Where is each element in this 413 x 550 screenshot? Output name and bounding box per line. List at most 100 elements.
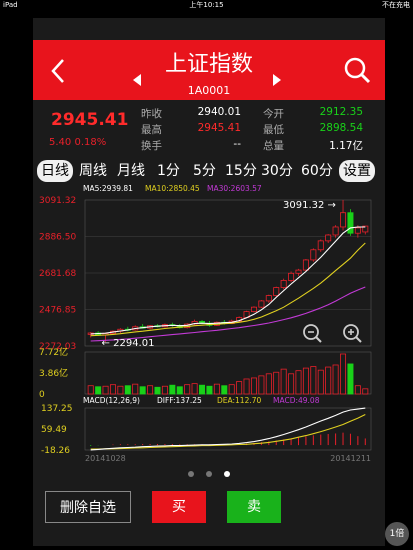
volume-bar bbox=[154, 386, 161, 395]
tab-6[interactable]: 30分 bbox=[261, 160, 293, 182]
settings-button[interactable]: 设置 bbox=[339, 160, 375, 182]
volume-bar bbox=[132, 383, 139, 395]
price-tick-label: 3091.32 bbox=[39, 196, 76, 206]
volume-bar bbox=[184, 384, 191, 395]
volume-bar bbox=[280, 368, 287, 395]
change-percent: 0.18% bbox=[74, 137, 107, 148]
volume-bar bbox=[199, 384, 206, 395]
volume-bar bbox=[236, 381, 243, 395]
price-tick-label: 2681.68 bbox=[39, 269, 76, 279]
volume-bar bbox=[161, 385, 168, 395]
next-stock-arrow[interactable] bbox=[273, 74, 281, 86]
candle-body bbox=[280, 280, 287, 288]
candle-body bbox=[273, 287, 280, 296]
tab-3[interactable]: 1分 bbox=[157, 160, 180, 182]
tab-5[interactable]: 15分 bbox=[225, 160, 257, 182]
volume-bar bbox=[295, 370, 302, 395]
ma-label: MA5:2939.81 bbox=[83, 184, 133, 193]
quote-label: 昨收 bbox=[141, 108, 162, 120]
volume-bar bbox=[169, 384, 176, 395]
candle-body bbox=[250, 306, 257, 313]
macd-tick-label: 137.25 bbox=[41, 404, 73, 414]
price-change: 5.40 0.18% bbox=[49, 137, 106, 148]
buy-button[interactable]: 买 bbox=[152, 491, 206, 523]
tab-7[interactable]: 60分 bbox=[301, 160, 333, 182]
remove-watchlist-button[interactable]: 删除自选 bbox=[45, 491, 131, 523]
candle-body bbox=[288, 272, 295, 281]
volume-bar bbox=[221, 385, 228, 395]
candle-body bbox=[325, 234, 332, 242]
volume-bar bbox=[332, 364, 339, 395]
app-frame: 上证指数 1A0001 2945.41 5.40 0.18% 昨收 2940.01… bbox=[33, 18, 385, 546]
tab-0[interactable]: 日线 bbox=[37, 160, 73, 182]
status-bar: iPad 上午10:15 不在充电 bbox=[0, 0, 413, 10]
volume-bar bbox=[258, 375, 265, 395]
candle-body bbox=[310, 249, 317, 261]
low-price-label: ← 2294.01 bbox=[102, 338, 155, 349]
candle-body bbox=[295, 269, 302, 274]
page-dot[interactable] bbox=[206, 471, 212, 477]
tab-2[interactable]: 月线 bbox=[117, 160, 145, 182]
volume-bar bbox=[139, 386, 146, 395]
volume-bar bbox=[265, 373, 272, 395]
volume-bar bbox=[354, 385, 361, 395]
quote-value: 2898.54 bbox=[319, 122, 363, 134]
search-icon[interactable] bbox=[343, 56, 371, 84]
page-indicator bbox=[33, 462, 385, 481]
stock-chart[interactable]: MA5:2939.81 MA10:2850.45 MA30:2603.57 3091.… bbox=[33, 182, 385, 462]
diff-label: DIFF:137.25 bbox=[157, 396, 202, 405]
volume-bar bbox=[95, 386, 102, 395]
ma-label: MA10:2850.45 bbox=[145, 184, 200, 193]
page-dot[interactable] bbox=[224, 471, 230, 477]
price-tick-label: 2886.50 bbox=[39, 233, 76, 243]
macd-tick-label: -18.26 bbox=[41, 446, 70, 456]
volume-bar bbox=[243, 378, 250, 395]
price-tick-label: 2476.85 bbox=[39, 306, 76, 316]
candle-body bbox=[332, 226, 339, 236]
macd-label: MACD(12,26,9) bbox=[83, 396, 140, 405]
stock-code: 1A0001 bbox=[187, 84, 231, 97]
volume-bar bbox=[87, 385, 94, 395]
high-price-label: 3091.32 → bbox=[283, 200, 336, 211]
quote-value: 2940.01 bbox=[197, 106, 241, 118]
volume-bar bbox=[228, 384, 235, 395]
candle-body bbox=[258, 300, 265, 308]
sell-button[interactable]: 卖 bbox=[227, 491, 281, 523]
quote-value: 2945.41 bbox=[197, 122, 241, 134]
ma10-line bbox=[90, 242, 366, 337]
quote-label: 最低 bbox=[263, 124, 284, 136]
dea-label: DEA:112.70 bbox=[217, 396, 262, 405]
candle-body bbox=[265, 295, 272, 302]
candle-body bbox=[302, 259, 309, 271]
quote-label: 换手 bbox=[141, 140, 162, 152]
volume-bar bbox=[273, 371, 280, 395]
volume-bar bbox=[302, 367, 309, 395]
volume-tick-label: 0 bbox=[39, 390, 45, 400]
volume-bar bbox=[317, 369, 324, 395]
page-dot[interactable] bbox=[188, 471, 194, 477]
volume-bar bbox=[102, 385, 109, 395]
zoom-level-badge[interactable]: 1倍 bbox=[385, 522, 409, 546]
change-value: 5.40 bbox=[49, 137, 72, 148]
period-tabs: 日线 周线 月线 1分 5分 15分 30分 60分 设置 bbox=[33, 160, 385, 182]
zoom-in-icon[interactable] bbox=[343, 324, 362, 343]
volume-bar bbox=[117, 385, 124, 395]
current-price: 2945.41 bbox=[51, 110, 129, 130]
tab-1[interactable]: 周线 bbox=[79, 160, 107, 182]
tab-4[interactable]: 5分 bbox=[193, 160, 216, 182]
volume-bar bbox=[325, 366, 332, 395]
volume-bar bbox=[347, 363, 354, 395]
volume-bar bbox=[191, 383, 198, 395]
zoom-out-icon[interactable] bbox=[303, 324, 322, 343]
volume-bar bbox=[362, 388, 369, 395]
quote-label: 今开 bbox=[263, 108, 284, 120]
volume-bar bbox=[109, 384, 116, 395]
ma-label: MA30:2603.57 bbox=[207, 184, 262, 193]
quote-label: 最高 bbox=[141, 124, 162, 136]
date-end-label: 20141211 bbox=[330, 454, 371, 462]
volume-bar bbox=[176, 386, 183, 395]
candle-body bbox=[317, 240, 324, 251]
volume-tick-label: 7.72亿 bbox=[39, 346, 68, 358]
clock: 上午10:15 bbox=[189, 1, 224, 9]
action-bar: 删除自选 买 卖 bbox=[33, 488, 385, 528]
